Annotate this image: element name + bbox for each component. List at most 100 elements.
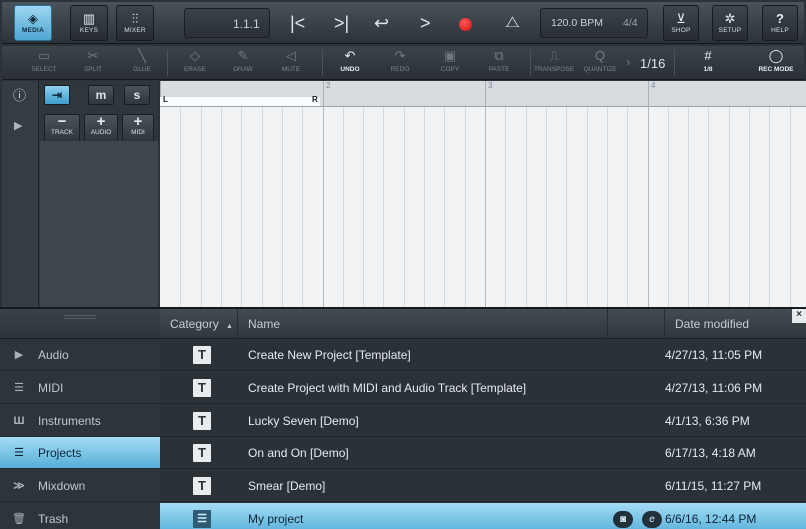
mute-label: MUTE	[281, 66, 301, 73]
add-audio-track-button[interactable]: + AUDIO	[84, 114, 118, 142]
grid-button[interactable]: #1/8	[686, 48, 730, 78]
undo-button[interactable]: ↶ UNDO	[328, 48, 372, 78]
keys-icon: ▥	[82, 11, 96, 26]
grid-icon: #	[704, 48, 712, 63]
file-row[interactable]: T Create Project with MIDI and Audio Trac…	[160, 372, 806, 404]
paste-label: PASTE	[488, 66, 510, 73]
rewind-to-start-icon[interactable]: |<	[290, 12, 305, 34]
category-trash[interactable]: 🗑 Trash	[0, 503, 160, 529]
timeline-ruler[interactable]: 2 3 4 L R	[160, 81, 806, 107]
metronome-icon[interactable]: ⧍	[505, 12, 520, 34]
solo-all-button[interactable]: s	[124, 85, 150, 105]
remove-track-button[interactable]: − TRACK	[44, 114, 80, 142]
grid-beat-line	[383, 107, 384, 307]
position-display[interactable]: 1.1.1	[184, 8, 270, 38]
follow-button[interactable]: ⇥	[44, 85, 70, 105]
loop-right-marker[interactable]: R	[312, 95, 318, 104]
resize-grip-icon[interactable]	[64, 315, 96, 319]
grid-beat-line	[404, 107, 405, 307]
loop-left-marker[interactable]: L	[163, 95, 168, 104]
category-projects[interactable]: ☰ Projects	[0, 437, 160, 469]
tab-media-label: MEDIA	[22, 27, 44, 34]
tab-keys[interactable]: ▥ KEYS	[70, 5, 108, 41]
split-tool[interactable]: ✂ SPLIT	[71, 48, 115, 78]
draw-tool[interactable]: ✎ DRAW	[221, 48, 265, 78]
draw-label: DRAW	[233, 66, 253, 73]
help-button[interactable]: ? HELP	[762, 5, 798, 41]
erase-tool[interactable]: ◇ ERASE	[173, 48, 217, 78]
transpose-button[interactable]: ⎍ TRANSPOSE	[534, 48, 574, 78]
forward-to-end-icon[interactable]: >|	[334, 12, 349, 34]
tempo-value: 120.0 BPM	[551, 17, 603, 29]
redo-button[interactable]: ↷ REDO	[378, 48, 422, 78]
sort-ascending-icon: ▲	[226, 323, 233, 330]
quantize-button[interactable]: Q QUANTIZE	[580, 48, 620, 78]
grid-beat-line	[505, 107, 506, 307]
setup-button[interactable]: ✲ SETUP	[712, 5, 748, 41]
bar-number: 3	[488, 81, 493, 90]
column-date[interactable]: Date modified	[665, 309, 806, 339]
edit-e-icon[interactable]: e	[642, 511, 662, 528]
browser-categories: ▶ Audio ☰ MIDI Ш Instruments ☰ Projects ≫ Mix…	[0, 309, 160, 529]
mute-all-button[interactable]: m	[88, 85, 114, 105]
copy-button[interactable]: ▣ COPY	[428, 48, 472, 78]
category-label: Audio	[38, 347, 69, 362]
select-label: SELECT	[31, 66, 57, 73]
play-icon[interactable]: >	[420, 12, 431, 34]
grid-beat-line	[790, 107, 791, 307]
rec-mode-icon: ◯	[768, 48, 784, 63]
category-mixdown[interactable]: ≫ Mixdown	[0, 470, 160, 502]
undo-label: UNDO	[340, 66, 360, 73]
transport-bar: ◈ MEDIA ▥ KEYS ⫶⫶ MIXER 1.1.1 |< >| ↩ > …	[2, 2, 804, 44]
projects-icon: ☰	[14, 447, 24, 459]
categories-header[interactable]	[0, 309, 160, 339]
bar-number: 4	[651, 81, 656, 90]
record-button[interactable]	[459, 18, 472, 31]
transpose-icon: ⎍	[549, 48, 559, 63]
loop-range[interactable]	[160, 97, 320, 106]
quantize-value[interactable]: 1/16	[640, 56, 665, 71]
track-list-area[interactable]	[40, 141, 158, 307]
category-instruments[interactable]: Ш Instruments	[0, 405, 160, 437]
file-date: 6/6/16, 12:44 PM	[665, 512, 757, 526]
category-label: Trash	[38, 511, 69, 526]
grid-beat-line	[444, 107, 445, 307]
file-row[interactable]: T Smear [Demo] 6/11/15, 11:27 PM	[160, 470, 806, 502]
file-row-selected[interactable]: ☰ My project ◙ e 6/6/16, 12:44 PM	[160, 503, 806, 529]
grid-label: 1/8	[703, 66, 713, 73]
copy-icon: ▣	[443, 48, 457, 63]
rec-mode-button[interactable]: ◯ REC MODE	[754, 48, 798, 78]
file-date: 6/11/15, 11:27 PM	[665, 479, 762, 493]
mixer-icon: ⫶⫶	[131, 11, 139, 26]
setup-label: SETUP	[718, 27, 742, 34]
shop-button[interactable]: ⊻ SHOP	[663, 5, 699, 41]
paste-button[interactable]: ⧉ PASTE	[477, 48, 521, 78]
category-audio[interactable]: ▶ Audio	[0, 339, 160, 371]
arrange-grid[interactable]	[160, 107, 806, 307]
file-row[interactable]: T On and On [Demo] 6/17/13, 4:18 AM	[160, 437, 806, 469]
expand-triangle-icon[interactable]: ▶	[14, 119, 22, 132]
tempo-display[interactable]: 120.0 BPM 4/4	[540, 8, 648, 38]
grid-beat-line	[587, 107, 588, 307]
grid-beat-line	[262, 107, 263, 307]
column-category[interactable]: Category ▲	[160, 309, 238, 339]
info-icon[interactable]: ⓘ	[13, 85, 26, 104]
midi-icon: ☰	[14, 382, 24, 394]
category-midi[interactable]: ☰ MIDI	[0, 372, 160, 404]
column-name[interactable]: Name	[238, 309, 608, 339]
toolbar-divider	[674, 50, 675, 76]
tab-media[interactable]: ◈ MEDIA	[14, 5, 52, 41]
select-tool[interactable]: ▭ SELECT	[22, 48, 66, 78]
glue-tool[interactable]: ╲ GLUE	[120, 48, 164, 78]
tab-mixer[interactable]: ⫶⫶ MIXER	[116, 5, 154, 41]
add-midi-track-button[interactable]: + MIDI	[122, 114, 154, 142]
loop-icon[interactable]: ↩	[374, 12, 389, 34]
help-label: HELP	[771, 27, 789, 34]
grid-beat-line	[708, 107, 709, 307]
file-row[interactable]: T Lucky Seven [Demo] 4/1/13, 6:36 PM	[160, 405, 806, 437]
mute-tool[interactable]: ◁ MUTE	[269, 48, 313, 78]
file-row[interactable]: T Create New Project [Template] 4/27/13, 1…	[160, 339, 806, 371]
camera-icon[interactable]: ◙	[613, 511, 633, 528]
paste-icon: ⧉	[494, 48, 504, 63]
close-browser-icon[interactable]: ×	[792, 309, 806, 323]
